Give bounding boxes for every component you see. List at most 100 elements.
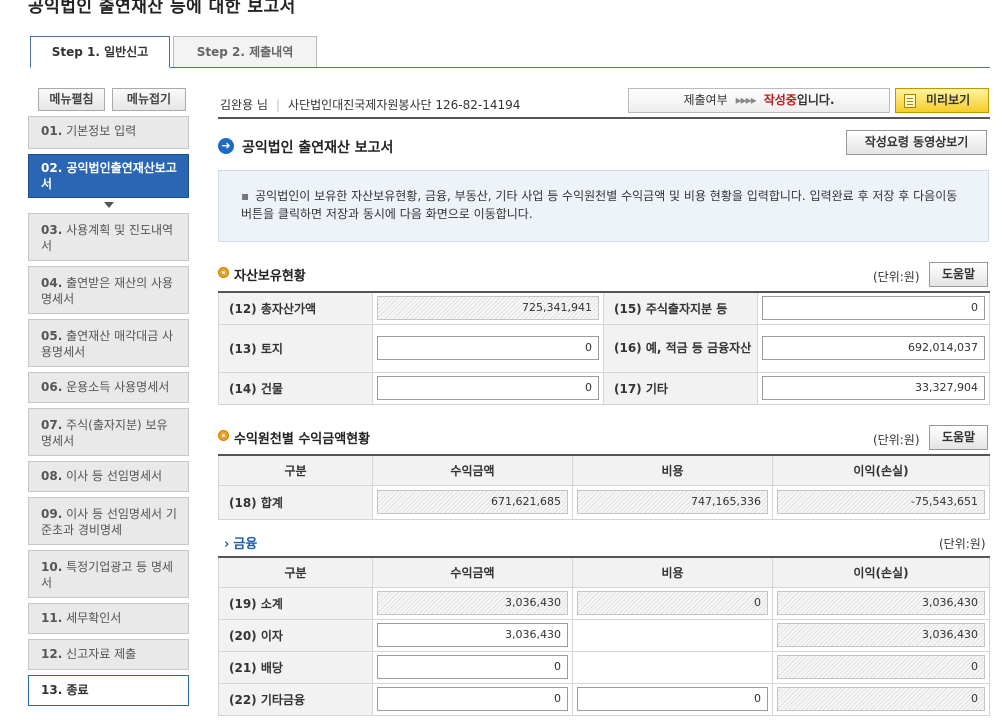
total-revenue-field: 671,621,685	[377, 490, 568, 514]
stock-label: (15) 주식출자지분 등	[603, 291, 758, 325]
interest-label: (20) 이자	[218, 618, 373, 652]
other-finance-revenue-cell: 0	[372, 682, 573, 716]
column-header: 이익(손실)	[772, 454, 990, 486]
income-help-button[interactable]: 도움말	[929, 425, 988, 450]
video-guide-button[interactable]: 작성요령 동영상보기	[846, 130, 987, 155]
menu-collapse-button[interactable]: 메뉴접기	[112, 88, 186, 111]
section-title: ➜ 공익법인 출연재산 보고서	[218, 137, 393, 157]
sidebar-item-directors[interactable]: 08. 이사 등 선임명세서	[28, 461, 189, 492]
sidebar-item-label: 운용소득 사용명세서	[66, 380, 170, 394]
interest-profit-cell: 3,036,430	[772, 618, 990, 652]
other-finance-label: (22) 기타금융	[218, 682, 373, 716]
land-input[interactable]: 0	[377, 336, 599, 360]
sidebar-item-corporate-ads[interactable]: 10. 특정기업광고 등 명세서	[28, 550, 189, 598]
subtotal-revenue-field: 3,036,430	[377, 591, 568, 615]
income-title-text: 수익원천별 수익금액현황	[234, 432, 371, 447]
other-assets-input[interactable]: 33,327,904	[762, 376, 985, 400]
table-row: (14) 건물 0 (17) 기타 33,327,904	[218, 371, 990, 405]
status-value: 작성중	[763, 93, 797, 107]
table-row: (13) 토지 0 (16) 예, 적금 등 금융자산 692,014,037	[218, 323, 990, 373]
finance-heading-text: 금융	[233, 537, 258, 552]
interest-revenue-cell: 3,036,430	[372, 618, 573, 652]
column-header: 구분	[218, 454, 373, 486]
sidebar-item-num: 02.	[41, 161, 63, 175]
table-row: (20) 이자 3,036,430 3,036,430	[218, 618, 990, 652]
status-arrows-icon: ▸▸▸▸	[735, 93, 757, 107]
total-profit-field: -75,543,651	[777, 490, 985, 514]
sidebar-item-sale-proceeds[interactable]: 05. 출연재산 매각대금 사용명세서	[28, 319, 189, 367]
sidebar-item-label: 종료	[66, 683, 89, 697]
preview-button[interactable]: 미리보기	[895, 88, 989, 113]
dividend-profit-cell: 0	[772, 650, 990, 684]
building-input[interactable]: 0	[377, 376, 599, 400]
user-info-bar: 김완용 님 | 사단법인대진국제자원봉사단 126-82-14194 제출여부 ▸▸▸…	[218, 88, 990, 118]
income-table: 구분 수익금액 비용 이익(손실) (18) 합계 671,621,685 74…	[218, 454, 990, 520]
active-pointer-icon	[103, 202, 114, 208]
sidebar-item-label: 이사 등 선임명세서	[66, 469, 163, 483]
unit-label: (단위:원)	[939, 537, 986, 551]
subtotal-label: (19) 소계	[218, 586, 373, 620]
table-row: (21) 배당 0 0	[218, 650, 990, 684]
tab-general-filing[interactable]: Step 1. 일반신고	[30, 36, 170, 68]
building-cell: 0	[372, 371, 604, 405]
stock-cell: 0	[757, 291, 990, 325]
menu-expand-button[interactable]: 메뉴펼침	[38, 88, 105, 111]
sidebar: 01. 기본정보 입력 02. 공익법인출연재산보고서 03. 사용계획 및 진…	[28, 116, 189, 711]
total-cost-cell: 747,165,336	[572, 484, 773, 520]
sidebar-item-num: 04.	[41, 276, 63, 290]
dividend-revenue-input[interactable]: 0	[377, 655, 568, 679]
column-header: 비용	[572, 454, 773, 486]
column-header: 수익금액	[372, 454, 573, 486]
assets-help-button[interactable]: 도움말	[929, 262, 988, 287]
finance-table: 구분 수익금액 비용 이익(손실) (19) 소계 3,036,430 0 3,…	[218, 556, 990, 716]
interest-revenue-input[interactable]: 3,036,430	[377, 623, 568, 647]
interest-profit-field: 3,036,430	[777, 623, 985, 647]
other-finance-profit-field: 0	[777, 687, 985, 711]
stock-input[interactable]: 0	[762, 296, 985, 321]
sidebar-item-report[interactable]: 02. 공익법인출연재산보고서	[28, 154, 189, 198]
finance-heading: › 금융	[224, 533, 257, 552]
other-finance-revenue-input[interactable]: 0	[377, 687, 568, 711]
deposits-label: (16) 예, 적금 등 금융자산	[603, 323, 758, 373]
building-label: (14) 건물	[218, 371, 373, 405]
sidebar-item-directors-expense[interactable]: 09. 이사 등 선임명세서 기준초과 경비명세	[28, 497, 189, 545]
sidebar-item-num: 13.	[41, 683, 63, 697]
sidebar-item-submit[interactable]: 12. 신고자료 제출	[28, 639, 189, 670]
total-profit-cell: -75,543,651	[772, 484, 990, 520]
other-finance-cost-input[interactable]: 0	[577, 687, 768, 711]
sidebar-item-label: 공익법인출연재산보고서	[41, 161, 177, 191]
sidebar-item-basic-info[interactable]: 01. 기본정보 입력	[28, 116, 189, 149]
arrow-circle-icon: ➜	[218, 138, 234, 154]
tab-submission-history[interactable]: Step 2. 제출내역	[173, 36, 317, 68]
column-header: 비용	[572, 556, 773, 588]
page-title: 공익법인 출연재산 등에 대한 보고서	[28, 0, 296, 17]
total-assets-cell: 725,341,941	[372, 291, 604, 325]
sidebar-item-donated-usage[interactable]: 04. 출연받은 재산의 사용명세서	[28, 266, 189, 314]
bullet-icon: ▪	[241, 189, 250, 203]
bullet-icon	[218, 430, 229, 441]
header-rule	[218, 117, 990, 119]
sidebar-item-num: 06.	[41, 380, 63, 394]
table-header-row: 구분 수익금액 비용 이익(손실)	[218, 556, 990, 588]
document-icon	[904, 94, 916, 108]
bullet-icon	[218, 267, 229, 278]
sidebar-item-operating-income[interactable]: 06. 운용소득 사용명세서	[28, 372, 189, 403]
preview-label: 미리보기	[926, 93, 971, 107]
land-cell: 0	[372, 323, 604, 373]
dividend-cost-cell	[572, 650, 773, 684]
sidebar-item-finish[interactable]: 13. 종료	[28, 675, 189, 706]
sidebar-item-stock-holdings[interactable]: 07. 주식(출자지분) 보유명세서	[28, 408, 189, 456]
sidebar-item-num: 01.	[41, 124, 63, 138]
sidebar-item-label: 신고자료 제출	[66, 647, 137, 661]
chevron-right-icon: ›	[224, 537, 230, 552]
sidebar-item-tax-confirmation[interactable]: 11. 세무확인서	[28, 603, 189, 634]
notice-text: 공익법인이 보유한 자산보유현황, 금융, 부동산, 기타 사업 등 수익원천별…	[241, 189, 958, 221]
interest-cost-cell	[572, 618, 773, 652]
deposits-input[interactable]: 692,014,037	[762, 336, 985, 360]
total-revenue-cell: 671,621,685	[372, 484, 573, 520]
sidebar-item-plan[interactable]: 03. 사용계획 및 진도내역서	[28, 213, 189, 261]
separator: |	[275, 98, 281, 112]
sidebar-item-num: 12.	[41, 647, 63, 661]
deposits-cell: 692,014,037	[757, 323, 990, 373]
sidebar-item-label: 기본정보 입력	[66, 124, 137, 138]
